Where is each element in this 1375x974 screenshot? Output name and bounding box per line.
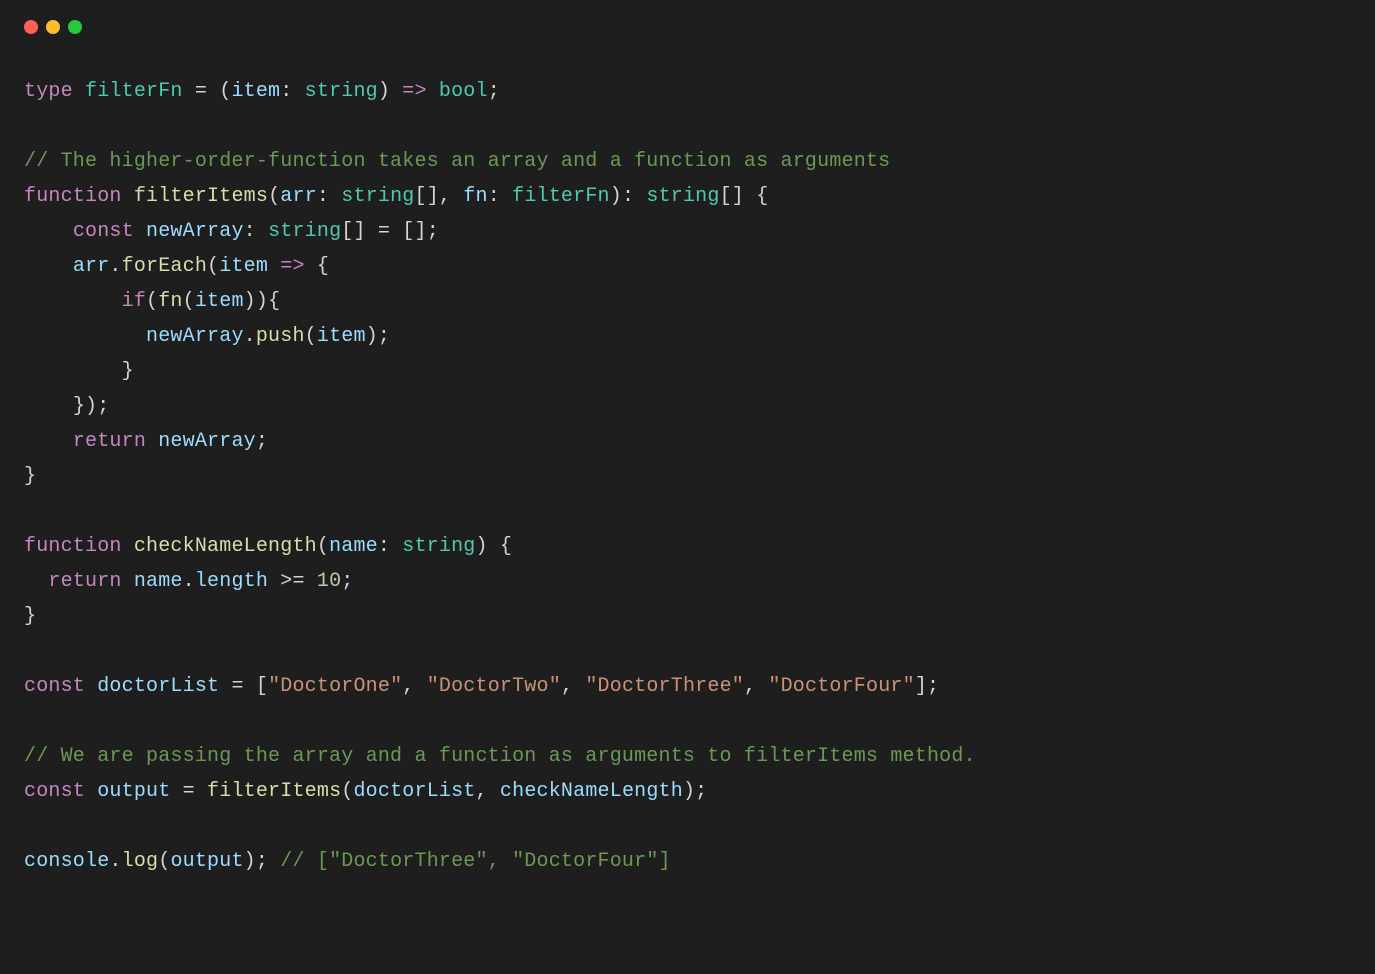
id-output: output bbox=[97, 780, 170, 803]
comment: // We are passing the array and a functi… bbox=[24, 745, 976, 768]
window-titlebar bbox=[24, 20, 1351, 34]
code-line: const output = filterItems(doctorList, c… bbox=[24, 780, 707, 803]
code-line: function checkNameLength(name: string) { bbox=[24, 535, 512, 558]
code-line: type filterFn = (item: string) => bool; bbox=[24, 80, 500, 103]
code-block: type filterFn = (item: string) => bool; … bbox=[24, 74, 1351, 879]
code-line: } bbox=[24, 360, 134, 383]
comment: // The higher-order-function takes an ar… bbox=[24, 150, 890, 173]
code-line: } bbox=[24, 605, 36, 628]
code-line: } bbox=[24, 465, 36, 488]
close-icon[interactable] bbox=[24, 20, 38, 34]
id-doctorList: doctorList bbox=[97, 675, 219, 698]
param-item: item bbox=[231, 80, 280, 103]
comment: // ["DoctorThree", "DoctorFour"] bbox=[280, 850, 670, 873]
code-line: if(fn(item)){ bbox=[24, 290, 280, 313]
code-line: console.log(output); // ["DoctorThree", … bbox=[24, 850, 671, 873]
code-line: return newArray; bbox=[24, 430, 268, 453]
type-name: filterFn bbox=[85, 80, 183, 103]
editor-window: type filterFn = (item: string) => bool; … bbox=[0, 0, 1375, 974]
code-line: arr.forEach(item => { bbox=[24, 255, 329, 278]
fn-checkNameLength: checkNameLength bbox=[134, 535, 317, 558]
fn-filterItems: filterItems bbox=[134, 185, 268, 208]
zoom-icon[interactable] bbox=[68, 20, 82, 34]
keyword-type: type bbox=[24, 80, 73, 103]
code-line: newArray.push(item); bbox=[24, 325, 390, 348]
code-line: function filterItems(arr: string[], fn: … bbox=[24, 185, 768, 208]
code-line: return name.length >= 10; bbox=[24, 570, 353, 593]
code-line: const doctorList = ["DoctorOne", "Doctor… bbox=[24, 675, 939, 698]
code-line: }); bbox=[24, 395, 109, 418]
minimize-icon[interactable] bbox=[46, 20, 60, 34]
code-line: const newArray: string[] = []; bbox=[24, 220, 439, 243]
code-line: // The higher-order-function takes an ar… bbox=[24, 150, 890, 173]
code-line: // We are passing the array and a functi… bbox=[24, 745, 976, 768]
